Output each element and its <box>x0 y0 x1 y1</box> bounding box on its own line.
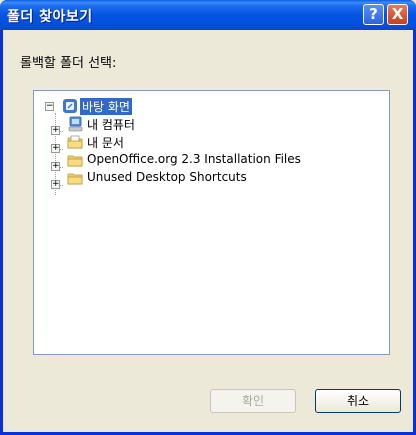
collapse-toggle-icon[interactable]: − <box>45 102 54 111</box>
help-button[interactable]: ? <box>363 4 384 25</box>
folder-icon <box>67 173 83 185</box>
desktop-icon <box>63 99 77 113</box>
tree-node-label: Unused Desktop Shortcuts <box>87 170 247 184</box>
tree-node-label: OpenOffice.org 2.3 Installation Files <box>87 152 301 166</box>
tree-node-label: 내 문서 <box>87 136 124 150</box>
tree-node-unused-shortcuts-folder[interactable]: + Unused Desktop Shortcuts <box>40 169 360 189</box>
tree-node-label: 내 컴퓨터 <box>87 118 135 132</box>
folder-icon <box>67 155 83 167</box>
tree-node-openoffice-folder[interactable]: + OpenOffice.org 2.3 Installation Files <box>40 151 360 171</box>
tree-node-label: 바탕 화면 <box>80 98 132 115</box>
tree-node-my-documents[interactable]: + 내 문서 <box>40 133 200 153</box>
folder-browser-dialog: 폴더 찾아보기 ? X 롤백할 폴더 선택: − 바탕 화면 + 내 컴퓨터 +… <box>0 0 416 435</box>
title-bar[interactable]: 폴더 찾아보기 ? X <box>0 0 416 30</box>
close-button[interactable]: X <box>387 4 408 25</box>
tree-node-desktop[interactable]: − 바탕 화면 <box>40 97 180 115</box>
dialog-title: 폴더 찾아보기 <box>7 9 93 25</box>
my-computer-icon <box>68 116 83 132</box>
cancel-button[interactable]: 취소 <box>315 389 401 413</box>
folder-tree[interactable]: − 바탕 화면 + 내 컴퓨터 + 내 문서 + OpenOffice.org … <box>33 90 390 355</box>
expand-toggle-icon[interactable]: + <box>51 180 60 189</box>
ok-button[interactable]: 확인 <box>210 389 296 413</box>
dialog-prompt: 롤백할 폴더 선택: <box>20 56 117 71</box>
my-documents-icon <box>67 135 83 149</box>
tree-node-my-computer[interactable]: + 내 컴퓨터 <box>40 115 200 135</box>
